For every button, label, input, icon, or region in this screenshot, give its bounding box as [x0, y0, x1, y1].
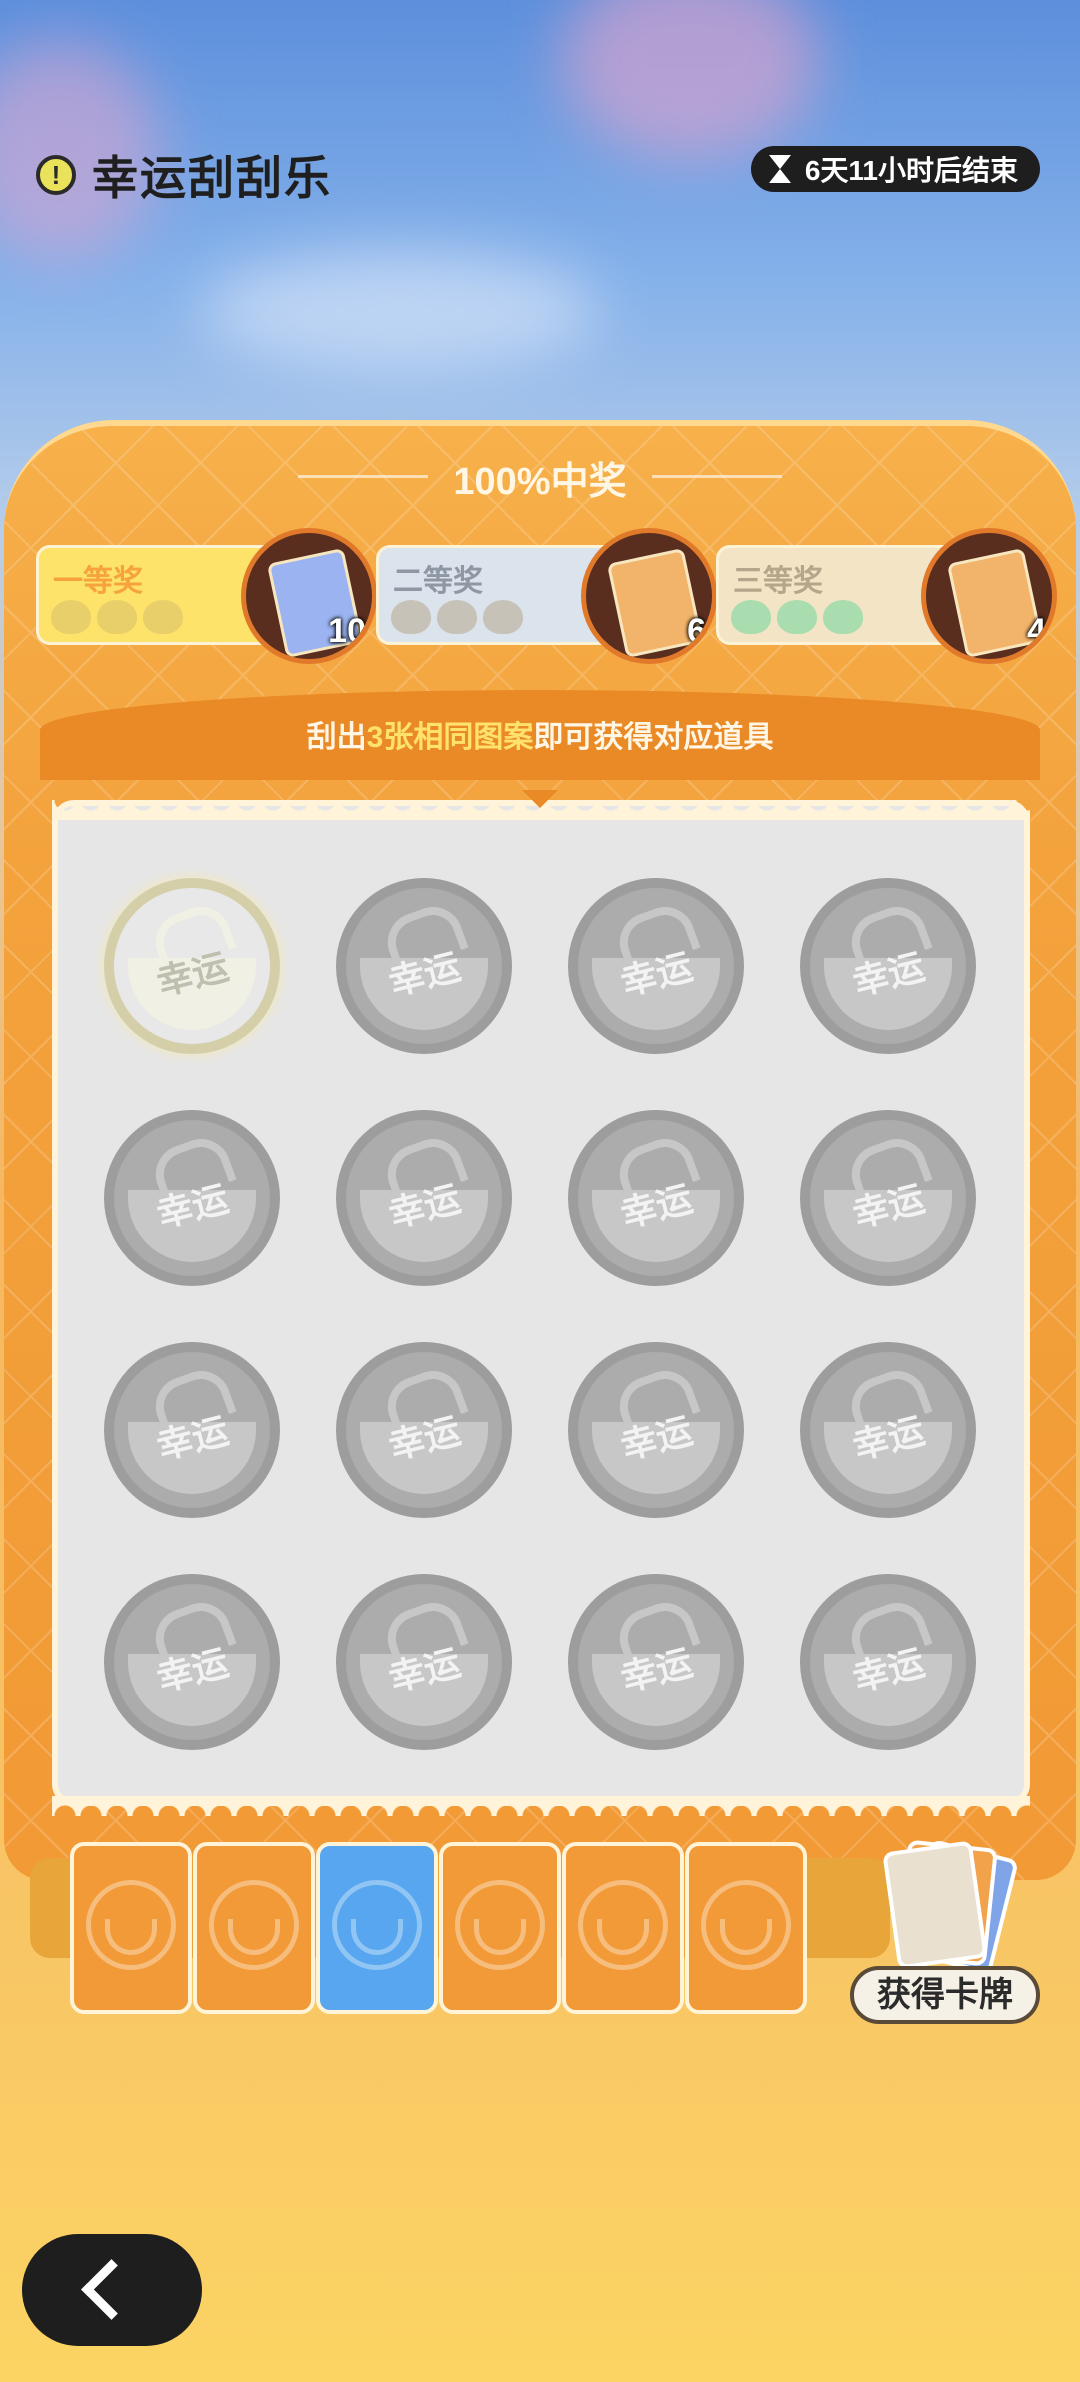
prize-label: 三等奖	[733, 565, 823, 598]
card-deck-icon	[880, 1838, 1019, 1976]
prize-label: 二等奖	[393, 565, 483, 598]
pattern-icon	[51, 600, 91, 634]
tray-card[interactable]	[70, 1842, 192, 2014]
prize-card-badge: 10	[241, 528, 377, 664]
card-emblem-icon	[332, 1880, 422, 1970]
card-emblem-icon	[86, 1880, 176, 1970]
sky-cloud	[560, 0, 820, 160]
scratch-cell[interactable]: 幸运	[336, 1574, 512, 1750]
scratch-cell[interactable]: 幸运	[104, 878, 280, 1054]
scratch-cell[interactable]: 幸运	[800, 1342, 976, 1518]
scratch-cell[interactable]: 幸运	[336, 1342, 512, 1518]
pattern-icon	[823, 600, 863, 634]
page-title-group: ! 幸运刮刮乐	[36, 142, 332, 208]
prize-pattern-icons	[391, 600, 523, 634]
board-edge	[52, 1796, 1030, 1816]
prize-count: 4	[1027, 612, 1046, 650]
back-button[interactable]	[22, 2234, 202, 2346]
prize-third[interactable]: 三等奖 4	[716, 528, 1057, 664]
scratch-cell[interactable]: 幸运	[568, 1110, 744, 1286]
scratch-cell[interactable]: 幸运	[104, 1342, 280, 1518]
scratch-cell[interactable]: 幸运	[104, 1110, 280, 1286]
scratch-cell[interactable]: 幸运	[800, 1110, 976, 1286]
warning-icon[interactable]: !	[36, 155, 76, 195]
scratch-cell[interactable]: 幸运	[800, 1574, 976, 1750]
hourglass-icon	[768, 155, 791, 183]
scratch-cell[interactable]: 幸运	[568, 878, 744, 1054]
hint-suffix: 即可获得对应道具	[533, 721, 774, 754]
prize-second[interactable]: 二等奖 6	[376, 528, 717, 664]
hint-text: 刮出3张相同图案即可获得对应道具	[0, 712, 1080, 756]
card-emblem-icon	[578, 1880, 668, 1970]
hint-prefix: 刮出	[306, 721, 367, 754]
scratch-cell[interactable]: 幸运	[568, 1342, 744, 1518]
tray-card[interactable]	[439, 1842, 561, 2014]
prize-label: 一等奖	[53, 565, 143, 598]
prize-first[interactable]: 一等奖 10	[36, 528, 377, 664]
get-cards-label: 获得卡牌	[850, 1966, 1040, 2024]
scratch-cell[interactable]: 幸运	[800, 878, 976, 1054]
scratch-cell[interactable]: 幸运	[104, 1574, 280, 1750]
card-emblem-icon	[701, 1880, 791, 1970]
hint-highlight: 3张相同图案	[366, 721, 534, 754]
tray-card[interactable]	[316, 1842, 438, 2014]
down-arrow-icon	[522, 790, 558, 808]
prize-count: 10	[328, 612, 366, 650]
card-emblem-icon	[455, 1880, 545, 1970]
card-emblem-icon	[209, 1880, 299, 1970]
prize-card-badge: 4	[921, 528, 1057, 664]
sky-cloud	[200, 250, 600, 370]
win-rate-label: 100%中奖	[453, 461, 627, 503]
pattern-icon	[731, 600, 771, 634]
prize-pattern-icons	[51, 600, 183, 634]
tray-card[interactable]	[193, 1842, 315, 2014]
page-title: 幸运刮刮乐	[92, 152, 332, 204]
scratch-cell[interactable]: 幸运	[568, 1574, 744, 1750]
tray-card[interactable]	[685, 1842, 807, 2014]
prize-count: 6	[687, 612, 706, 650]
prize-pattern-icons	[731, 600, 863, 634]
countdown-badge: 6天11小时后结束	[750, 146, 1040, 192]
tray-card[interactable]	[562, 1842, 684, 2014]
pattern-icon	[483, 600, 523, 634]
scratch-cell[interactable]: 幸运	[336, 878, 512, 1054]
scratch-cell[interactable]: 幸运	[336, 1110, 512, 1286]
pattern-icon	[437, 600, 477, 634]
pattern-icon	[97, 600, 137, 634]
chevron-left-icon	[81, 2259, 142, 2320]
pattern-icon	[391, 600, 431, 634]
pattern-icon	[143, 600, 183, 634]
pattern-icon	[777, 600, 817, 634]
prize-card-badge: 6	[581, 528, 717, 664]
countdown-text: 6天11小时后结束	[804, 155, 1018, 186]
get-cards-button[interactable]: 获得卡牌	[850, 1838, 1040, 2030]
